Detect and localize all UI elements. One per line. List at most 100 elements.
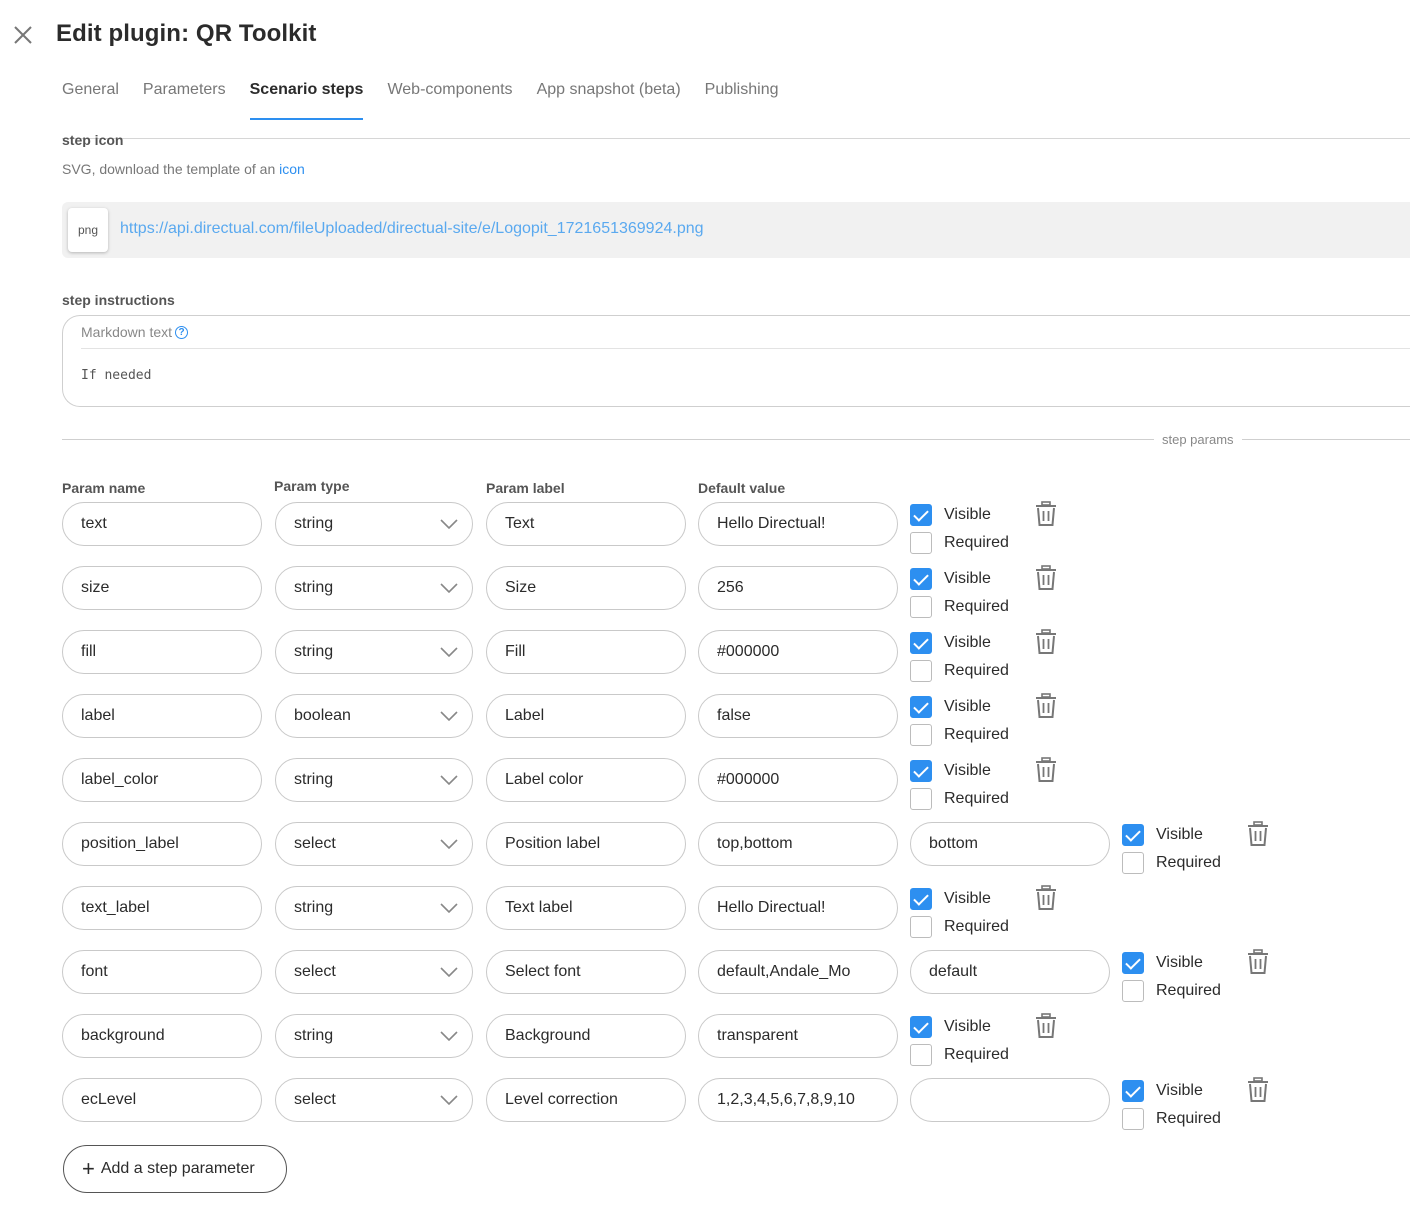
required-label: Required [944, 918, 1009, 935]
param-name-input[interactable]: background [62, 1014, 262, 1058]
visible-checkbox[interactable]: Visible [1122, 949, 1221, 977]
param-type-select[interactable]: string [275, 1014, 473, 1058]
default-value-input[interactable]: #000000 [698, 630, 898, 674]
delete-param-button[interactable] [1034, 501, 1058, 527]
param-type-select[interactable]: string [275, 566, 473, 610]
delete-param-button[interactable] [1034, 629, 1058, 655]
param-name-input[interactable]: label_color [62, 758, 262, 802]
visible-checkbox[interactable]: Visible [910, 629, 1009, 657]
param-label-input[interactable]: Position label [486, 822, 686, 866]
icon-template-link[interactable]: icon [279, 161, 305, 177]
delete-param-button[interactable] [1034, 885, 1058, 911]
param-type-select[interactable]: select [275, 1078, 473, 1122]
param-type-select[interactable]: boolean [275, 694, 473, 738]
chevron-down-icon [440, 1031, 458, 1041]
checkbox-icon [910, 504, 932, 526]
delete-param-button[interactable] [1034, 757, 1058, 783]
param-label-input[interactable]: Label color [486, 758, 686, 802]
selected-default-input[interactable] [910, 1078, 1110, 1122]
required-checkbox[interactable]: Required [910, 657, 1009, 685]
param-flags: Visible Required [910, 693, 1009, 749]
file-upload-bar: png https://api.directual.com/fileUpload… [62, 202, 1410, 258]
visible-checkbox[interactable]: Visible [910, 885, 1009, 913]
visible-checkbox[interactable]: Visible [910, 693, 1009, 721]
default-value-input[interactable]: default,Andale_Mo [698, 950, 898, 994]
delete-param-button[interactable] [1246, 821, 1270, 847]
param-label-input[interactable]: Select font [486, 950, 686, 994]
default-value-input[interactable]: Hello Directual! [698, 502, 898, 546]
param-label-input[interactable]: Text [486, 502, 686, 546]
required-checkbox[interactable]: Required [910, 721, 1009, 749]
param-name-input[interactable]: size [62, 566, 262, 610]
visible-checkbox[interactable]: Visible [910, 757, 1009, 785]
visible-checkbox[interactable]: Visible [910, 501, 1009, 529]
markdown-editor[interactable]: Markdown text ? If needed [62, 315, 1410, 407]
param-type-select[interactable]: select [275, 822, 473, 866]
checkbox-icon [910, 596, 932, 618]
required-checkbox[interactable]: Required [910, 913, 1009, 941]
param-row: background string Background transparent Vis… [62, 1013, 1362, 1074]
param-name-input[interactable]: text [62, 502, 262, 546]
default-value-input[interactable]: Hello Directual! [698, 886, 898, 930]
checkbox-icon [910, 568, 932, 590]
param-label-input[interactable]: Background [486, 1014, 686, 1058]
required-checkbox[interactable]: Required [910, 593, 1009, 621]
param-row: label_color string Label color #000000 Visib… [62, 757, 1362, 818]
delete-param-button[interactable] [1246, 949, 1270, 975]
default-value-input[interactable]: #000000 [698, 758, 898, 802]
param-name-input[interactable]: ecLevel [62, 1078, 262, 1122]
tab-bar: General Parameters Scenario steps Web-co… [62, 78, 802, 122]
delete-param-button[interactable] [1034, 1013, 1058, 1039]
selected-default-input[interactable]: default [910, 950, 1110, 994]
param-name-input[interactable]: fill [62, 630, 262, 674]
default-value-input[interactable]: 256 [698, 566, 898, 610]
param-name-input[interactable]: font [62, 950, 262, 994]
param-name-input[interactable]: label [62, 694, 262, 738]
default-value-input[interactable]: transparent [698, 1014, 898, 1058]
checkbox-icon [910, 660, 932, 682]
param-name-input[interactable]: text_label [62, 886, 262, 930]
tab-app-snapshot[interactable]: App snapshot (beta) [537, 78, 681, 120]
param-flags: Visible Required [910, 757, 1009, 813]
param-type-value: select [294, 963, 336, 980]
param-label-input[interactable]: Fill [486, 630, 686, 674]
delete-param-button[interactable] [1246, 1077, 1270, 1103]
param-type-select[interactable]: string [275, 886, 473, 930]
visible-checkbox[interactable]: Visible [1122, 1077, 1221, 1105]
visible-checkbox[interactable]: Visible [910, 1013, 1009, 1041]
delete-param-button[interactable] [1034, 565, 1058, 591]
param-label-input[interactable]: Label [486, 694, 686, 738]
param-flags: Visible Required [910, 629, 1009, 685]
tab-general[interactable]: General [62, 78, 119, 120]
tab-parameters[interactable]: Parameters [143, 78, 226, 120]
visible-checkbox[interactable]: Visible [1122, 821, 1221, 849]
close-button[interactable] [12, 24, 34, 46]
required-checkbox[interactable]: Required [910, 529, 1009, 557]
required-checkbox[interactable]: Required [910, 1041, 1009, 1069]
tab-scenario-steps[interactable]: Scenario steps [249, 78, 363, 120]
param-label-input[interactable]: Level correction [486, 1078, 686, 1122]
param-type-select[interactable]: string [275, 758, 473, 802]
default-value-input[interactable]: false [698, 694, 898, 738]
file-url-link[interactable]: https://api.directual.com/fileUploaded/d… [120, 220, 704, 238]
required-checkbox[interactable]: Required [910, 785, 1009, 813]
default-value-input[interactable]: 1,2,3,4,5,6,7,8,9,10 [698, 1078, 898, 1122]
required-checkbox[interactable]: Required [1122, 977, 1221, 1005]
param-type-select[interactable]: string [275, 630, 473, 674]
param-type-select[interactable]: select [275, 950, 473, 994]
markdown-content[interactable]: If needed [81, 368, 151, 383]
selected-default-input[interactable]: bottom [910, 822, 1110, 866]
add-step-parameter-button[interactable]: + Add a step parameter [63, 1145, 287, 1193]
tab-publishing[interactable]: Publishing [705, 78, 779, 120]
param-label-input[interactable]: Text label [486, 886, 686, 930]
visible-checkbox[interactable]: Visible [910, 565, 1009, 593]
tab-web-components[interactable]: Web-components [387, 78, 512, 120]
param-type-select[interactable]: string [275, 502, 473, 546]
param-label-input[interactable]: Size [486, 566, 686, 610]
param-name-input[interactable]: position_label [62, 822, 262, 866]
required-checkbox[interactable]: Required [1122, 849, 1221, 877]
delete-param-button[interactable] [1034, 693, 1058, 719]
help-circle-icon[interactable]: ? [175, 325, 189, 339]
required-checkbox[interactable]: Required [1122, 1105, 1221, 1133]
default-value-input[interactable]: top,bottom [698, 822, 898, 866]
